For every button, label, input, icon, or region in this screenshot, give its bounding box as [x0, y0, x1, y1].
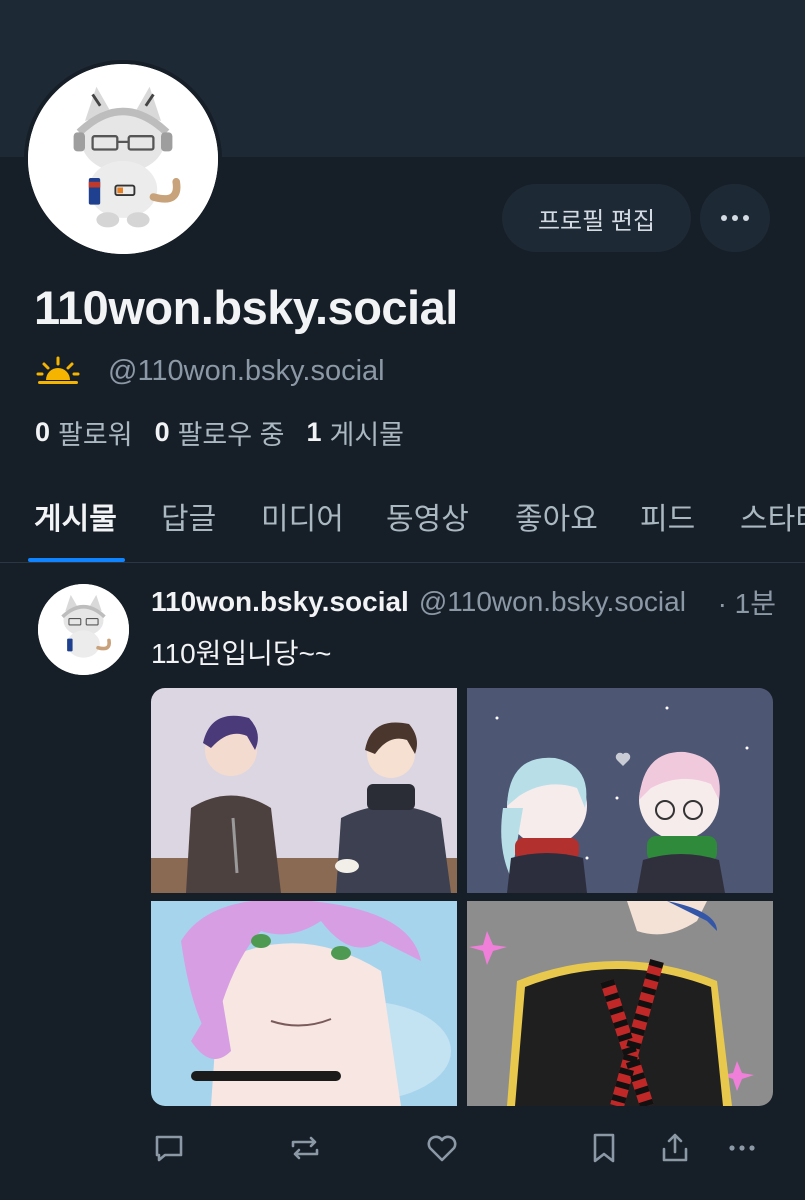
- like-icon: [427, 1135, 457, 1162]
- cat-avatar-image: [28, 64, 218, 254]
- followers-stat[interactable]: 0 팔로워: [35, 413, 133, 452]
- share-button[interactable]: [657, 1130, 693, 1166]
- post-image-4[interactable]: [467, 901, 773, 1106]
- post-author-name[interactable]: 110won.bsky.social: [151, 586, 409, 618]
- reply-button[interactable]: [151, 1130, 187, 1166]
- bookmark-button[interactable]: [586, 1130, 622, 1166]
- post-image-3[interactable]: [151, 901, 457, 1106]
- illustration-chibi-pair-winter: [467, 688, 773, 893]
- followers-label: 팔로워: [58, 419, 133, 450]
- profile-tabs: 게시물 답글 미디어 동영상 좋아요 피드 스타터: [0, 470, 805, 563]
- posts-stat: 1 게시물: [306, 413, 404, 452]
- bookmark-icon: [593, 1133, 615, 1163]
- more-icon: [729, 1145, 755, 1151]
- illustration-two-men-at-table: [151, 688, 457, 893]
- profile-avatar[interactable]: [24, 60, 222, 258]
- reply-icon: [155, 1135, 183, 1162]
- profile-handle-row: @110won.bsky.social: [36, 354, 385, 388]
- repost-icon: [291, 1136, 319, 1160]
- more-dot-icon: [721, 215, 727, 221]
- tab-feeds[interactable]: 피드: [640, 494, 695, 538]
- illustration-punk-boy: [467, 901, 773, 1106]
- like-button[interactable]: [424, 1130, 460, 1166]
- post-more-button[interactable]: [724, 1130, 760, 1166]
- more-dot-icon: [743, 215, 749, 221]
- tab-likes[interactable]: 좋아요: [515, 494, 598, 538]
- followers-count: 0: [35, 416, 51, 447]
- more-options-button[interactable]: [700, 184, 770, 252]
- sun-icon: [36, 356, 80, 384]
- more-dot-icon: [732, 215, 738, 221]
- post-timestamp[interactable]: · 1분: [718, 582, 776, 622]
- posts-label: 게시물: [329, 419, 405, 450]
- tab-starter-packs[interactable]: 스타터: [740, 494, 805, 538]
- profile-handle: @110won.bsky.social: [108, 354, 385, 387]
- tab-media[interactable]: 미디어: [261, 494, 344, 538]
- following-count: 0: [154, 416, 170, 447]
- post-author-handle[interactable]: @110won.bsky.social: [419, 586, 700, 618]
- tab-posts[interactable]: 게시물: [34, 494, 117, 538]
- active-tab-indicator: [28, 558, 125, 562]
- post-image-2[interactable]: [467, 688, 773, 893]
- tab-replies[interactable]: 답글: [161, 494, 216, 538]
- tab-videos[interactable]: 동영상: [386, 494, 469, 538]
- repost-button[interactable]: [287, 1130, 323, 1166]
- post-image-1[interactable]: [151, 688, 457, 893]
- post-image-grid: [151, 688, 773, 1106]
- profile-stats: 0 팔로워 0 팔로우 중 1 게시물: [35, 413, 426, 452]
- post-item[interactable]: 110won.bsky.social @110won.bsky.social ·…: [0, 564, 805, 1200]
- post-text: 110원입니당~~: [151, 638, 332, 669]
- share-icon: [662, 1133, 688, 1162]
- following-label: 팔로우 중: [177, 419, 285, 450]
- profile-display-name: 110won.bsky.social: [34, 281, 458, 334]
- post-actions: [0, 1130, 805, 1174]
- post-header: 110won.bsky.social @110won.bsky.social ·…: [151, 584, 776, 620]
- cat-avatar-image: [38, 584, 129, 675]
- following-stat[interactable]: 0 팔로우 중: [155, 413, 285, 452]
- edit-profile-button[interactable]: 프로필 편집: [502, 184, 691, 252]
- posts-count: 1: [306, 416, 322, 447]
- illustration-pink-hair-portrait: [151, 901, 457, 1106]
- post-author-avatar[interactable]: [38, 584, 129, 675]
